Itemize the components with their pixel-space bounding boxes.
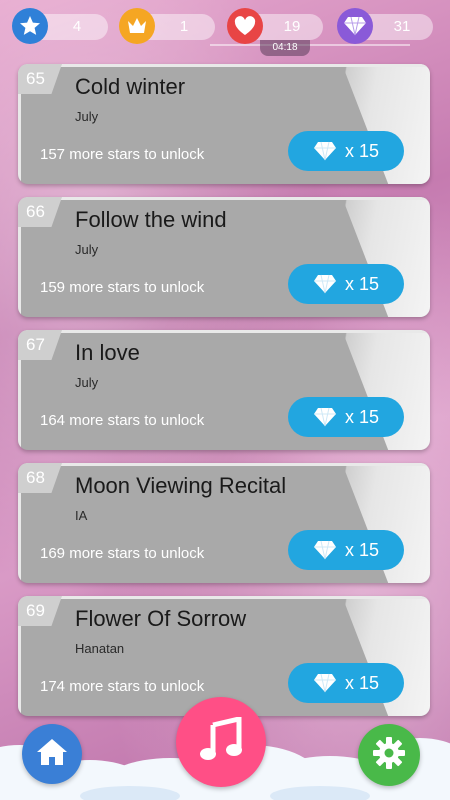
music-button[interactable] <box>176 697 266 787</box>
unlock-requirement: 164 more stars to unlock <box>40 412 205 429</box>
divider <box>210 44 410 46</box>
crown-icon <box>119 8 155 44</box>
song-title: Flower Of Sorrow <box>75 606 247 631</box>
song-artist: July <box>75 109 99 124</box>
price-label: x 15 <box>344 140 380 161</box>
price-label: x 15 <box>344 672 380 693</box>
unlock-with-diamonds-button[interactable]: x 15 <box>288 663 404 703</box>
refill-timer: 04:18 <box>260 40 310 56</box>
song-card[interactable]: 67 In love July 164 more stars to unlock… <box>18 330 430 450</box>
song-title: In love <box>75 340 140 365</box>
unlock-with-diamonds-button[interactable]: x 15 <box>288 131 404 171</box>
unlock-with-diamonds-button[interactable]: x 15 <box>288 530 404 570</box>
diamond-icon <box>313 407 337 427</box>
song-artist: IA <box>75 508 88 523</box>
diamond-icon <box>313 274 337 294</box>
heart-icon <box>227 8 263 44</box>
price-label: x 15 <box>344 273 380 294</box>
song-title: Cold winter <box>75 74 186 99</box>
song-number: 66 <box>18 197 62 227</box>
song-artist: July <box>75 375 99 390</box>
top-status-bar: 4 1 19 31 04:18 <box>0 0 450 56</box>
song-card[interactable]: 66 Follow the wind July 159 more stars t… <box>18 197 430 317</box>
stars-count: 4 <box>72 18 82 35</box>
unlock-with-diamonds-button[interactable]: x 15 <box>288 264 404 304</box>
price-label: x 15 <box>344 539 380 560</box>
song-number: 69 <box>18 596 62 626</box>
diamond-icon <box>313 673 337 693</box>
lives-count: 19 <box>283 18 301 35</box>
stars-counter: 4 <box>12 8 110 44</box>
unlock-requirement: 174 more stars to unlock <box>40 678 205 695</box>
diamonds-count: 31 <box>393 18 411 35</box>
crowns-count: 1 <box>179 18 189 35</box>
song-card[interactable]: 65 Cold winter July 157 more stars to un… <box>18 64 430 184</box>
song-number: 68 <box>18 463 62 493</box>
diamond-icon <box>313 141 337 161</box>
diamond-icon <box>313 540 337 560</box>
song-number: 67 <box>18 330 62 360</box>
lives-counter[interactable]: 19 <box>227 8 325 44</box>
home-icon <box>35 737 69 772</box>
song-artist: July <box>75 242 99 257</box>
song-title: Follow the wind <box>75 207 227 232</box>
song-list[interactable]: 65 Cold winter July 157 more stars to un… <box>18 64 430 729</box>
crowns-counter: 1 <box>119 8 217 44</box>
unlock-requirement: 159 more stars to unlock <box>40 279 205 296</box>
song-title: Moon Viewing Recital <box>75 473 287 498</box>
unlock-requirement: 157 more stars to unlock <box>40 146 205 163</box>
diamonds-counter[interactable]: 31 <box>337 8 435 44</box>
star-icon <box>12 8 48 44</box>
song-card[interactable]: 68 Moon Viewing Recital IA 169 more star… <box>18 463 430 583</box>
home-button[interactable] <box>22 724 82 784</box>
price-label: x 15 <box>344 406 380 427</box>
diamond-icon <box>337 8 373 44</box>
settings-button[interactable] <box>358 724 420 786</box>
unlock-with-diamonds-button[interactable]: x 15 <box>288 397 404 437</box>
song-artist: Hanatan <box>75 641 125 656</box>
music-note-icon <box>199 715 243 768</box>
song-number: 65 <box>18 64 62 94</box>
gear-icon <box>372 736 406 775</box>
unlock-requirement: 169 more stars to unlock <box>40 545 205 562</box>
